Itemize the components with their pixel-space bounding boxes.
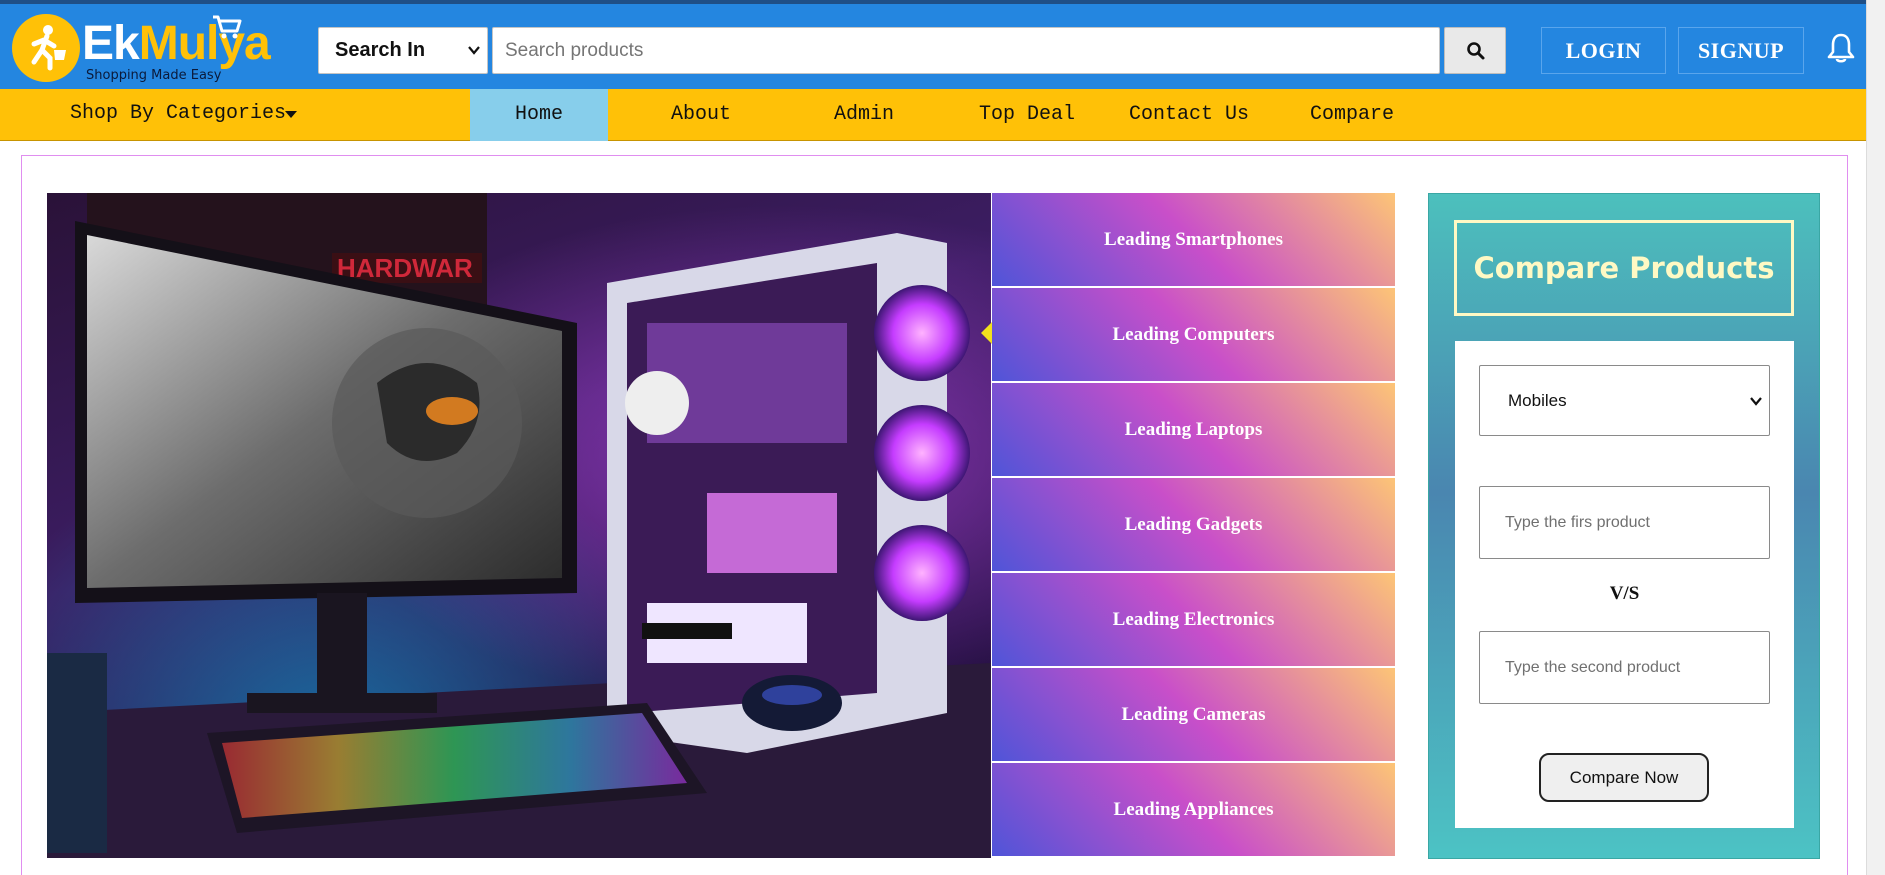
- search-icon: [1467, 42, 1485, 60]
- logo-emblem: [12, 14, 80, 82]
- hero-banner-image[interactable]: HARDWAR: [47, 193, 991, 858]
- search-input[interactable]: Search products: [492, 27, 1440, 74]
- shop-by-categories-button[interactable]: Shop By Categories: [70, 89, 297, 141]
- compare-category-select[interactable]: Mobiles: [1479, 365, 1770, 436]
- logo-word-ek: Ek: [82, 17, 140, 70]
- category-laptops[interactable]: Leading Laptops: [991, 383, 1395, 477]
- bell-icon[interactable]: [1826, 32, 1856, 64]
- category-gadgets[interactable]: Leading Gadgets: [991, 478, 1395, 572]
- search-scope-value: Search In: [335, 39, 426, 61]
- main-nav: Shop By Categories Home About Admin Top …: [0, 89, 1885, 141]
- versus-label: V/S: [1609, 583, 1640, 604]
- search-button[interactable]: [1444, 27, 1506, 74]
- nav-admin[interactable]: Admin: [795, 89, 933, 141]
- category-appliances[interactable]: Leading Appliances: [991, 763, 1395, 857]
- chevron-down-icon: [468, 46, 480, 55]
- nav-top-deal[interactable]: Top Deal: [958, 89, 1096, 141]
- login-button[interactable]: LOGIN: [1541, 27, 1666, 74]
- nav-contact-us[interactable]: Contact Us: [1120, 89, 1258, 141]
- cart-icon: [213, 15, 242, 39]
- active-category-pointer: [981, 322, 992, 344]
- site-header: EkMulya Shopping Made Easy Search In Sea…: [0, 0, 1885, 89]
- category-smartphones[interactable]: Leading Smartphones: [991, 193, 1395, 287]
- nav-about[interactable]: About: [632, 89, 770, 141]
- compare-title: Compare Products: [1454, 220, 1794, 316]
- signup-button[interactable]: SIGNUP: [1678, 27, 1804, 74]
- caret-down-icon: [285, 111, 297, 118]
- nav-compare[interactable]: Compare: [1283, 89, 1421, 141]
- shopper-icon: [31, 25, 66, 71]
- first-product-input[interactable]: Type the firs product: [1479, 486, 1770, 559]
- category-list: Leading Smartphones Leading Computers Le…: [991, 193, 1395, 858]
- nav-home[interactable]: Home: [470, 89, 608, 141]
- site-logo[interactable]: EkMulya Shopping Made Easy: [12, 12, 272, 88]
- logo-word-mulya: Mulya: [138, 17, 271, 70]
- page-scrollbar[interactable]: [1866, 0, 1885, 875]
- compare-category-value: Mobiles: [1508, 391, 1567, 410]
- compare-panel: Compare Products Mobiles Type the firs p…: [1428, 193, 1820, 859]
- compare-now-button[interactable]: Compare Now: [1539, 753, 1709, 802]
- chevron-down-icon: [1750, 397, 1762, 406]
- category-electronics[interactable]: Leading Electronics: [991, 573, 1395, 667]
- shop-by-categories-label: Shop By Categories: [70, 102, 287, 125]
- category-computers[interactable]: Leading Computers: [991, 288, 1395, 382]
- category-cameras[interactable]: Leading Cameras: [991, 668, 1395, 762]
- compare-form: Mobiles Type the firs product V/S Type t…: [1455, 341, 1794, 828]
- search-scope-select[interactable]: Search In: [318, 27, 488, 74]
- logo-tagline: Shopping Made Easy: [86, 68, 222, 83]
- gaming-setup-illustration: HARDWAR: [47, 193, 991, 858]
- second-product-input[interactable]: Type the second product: [1479, 631, 1770, 704]
